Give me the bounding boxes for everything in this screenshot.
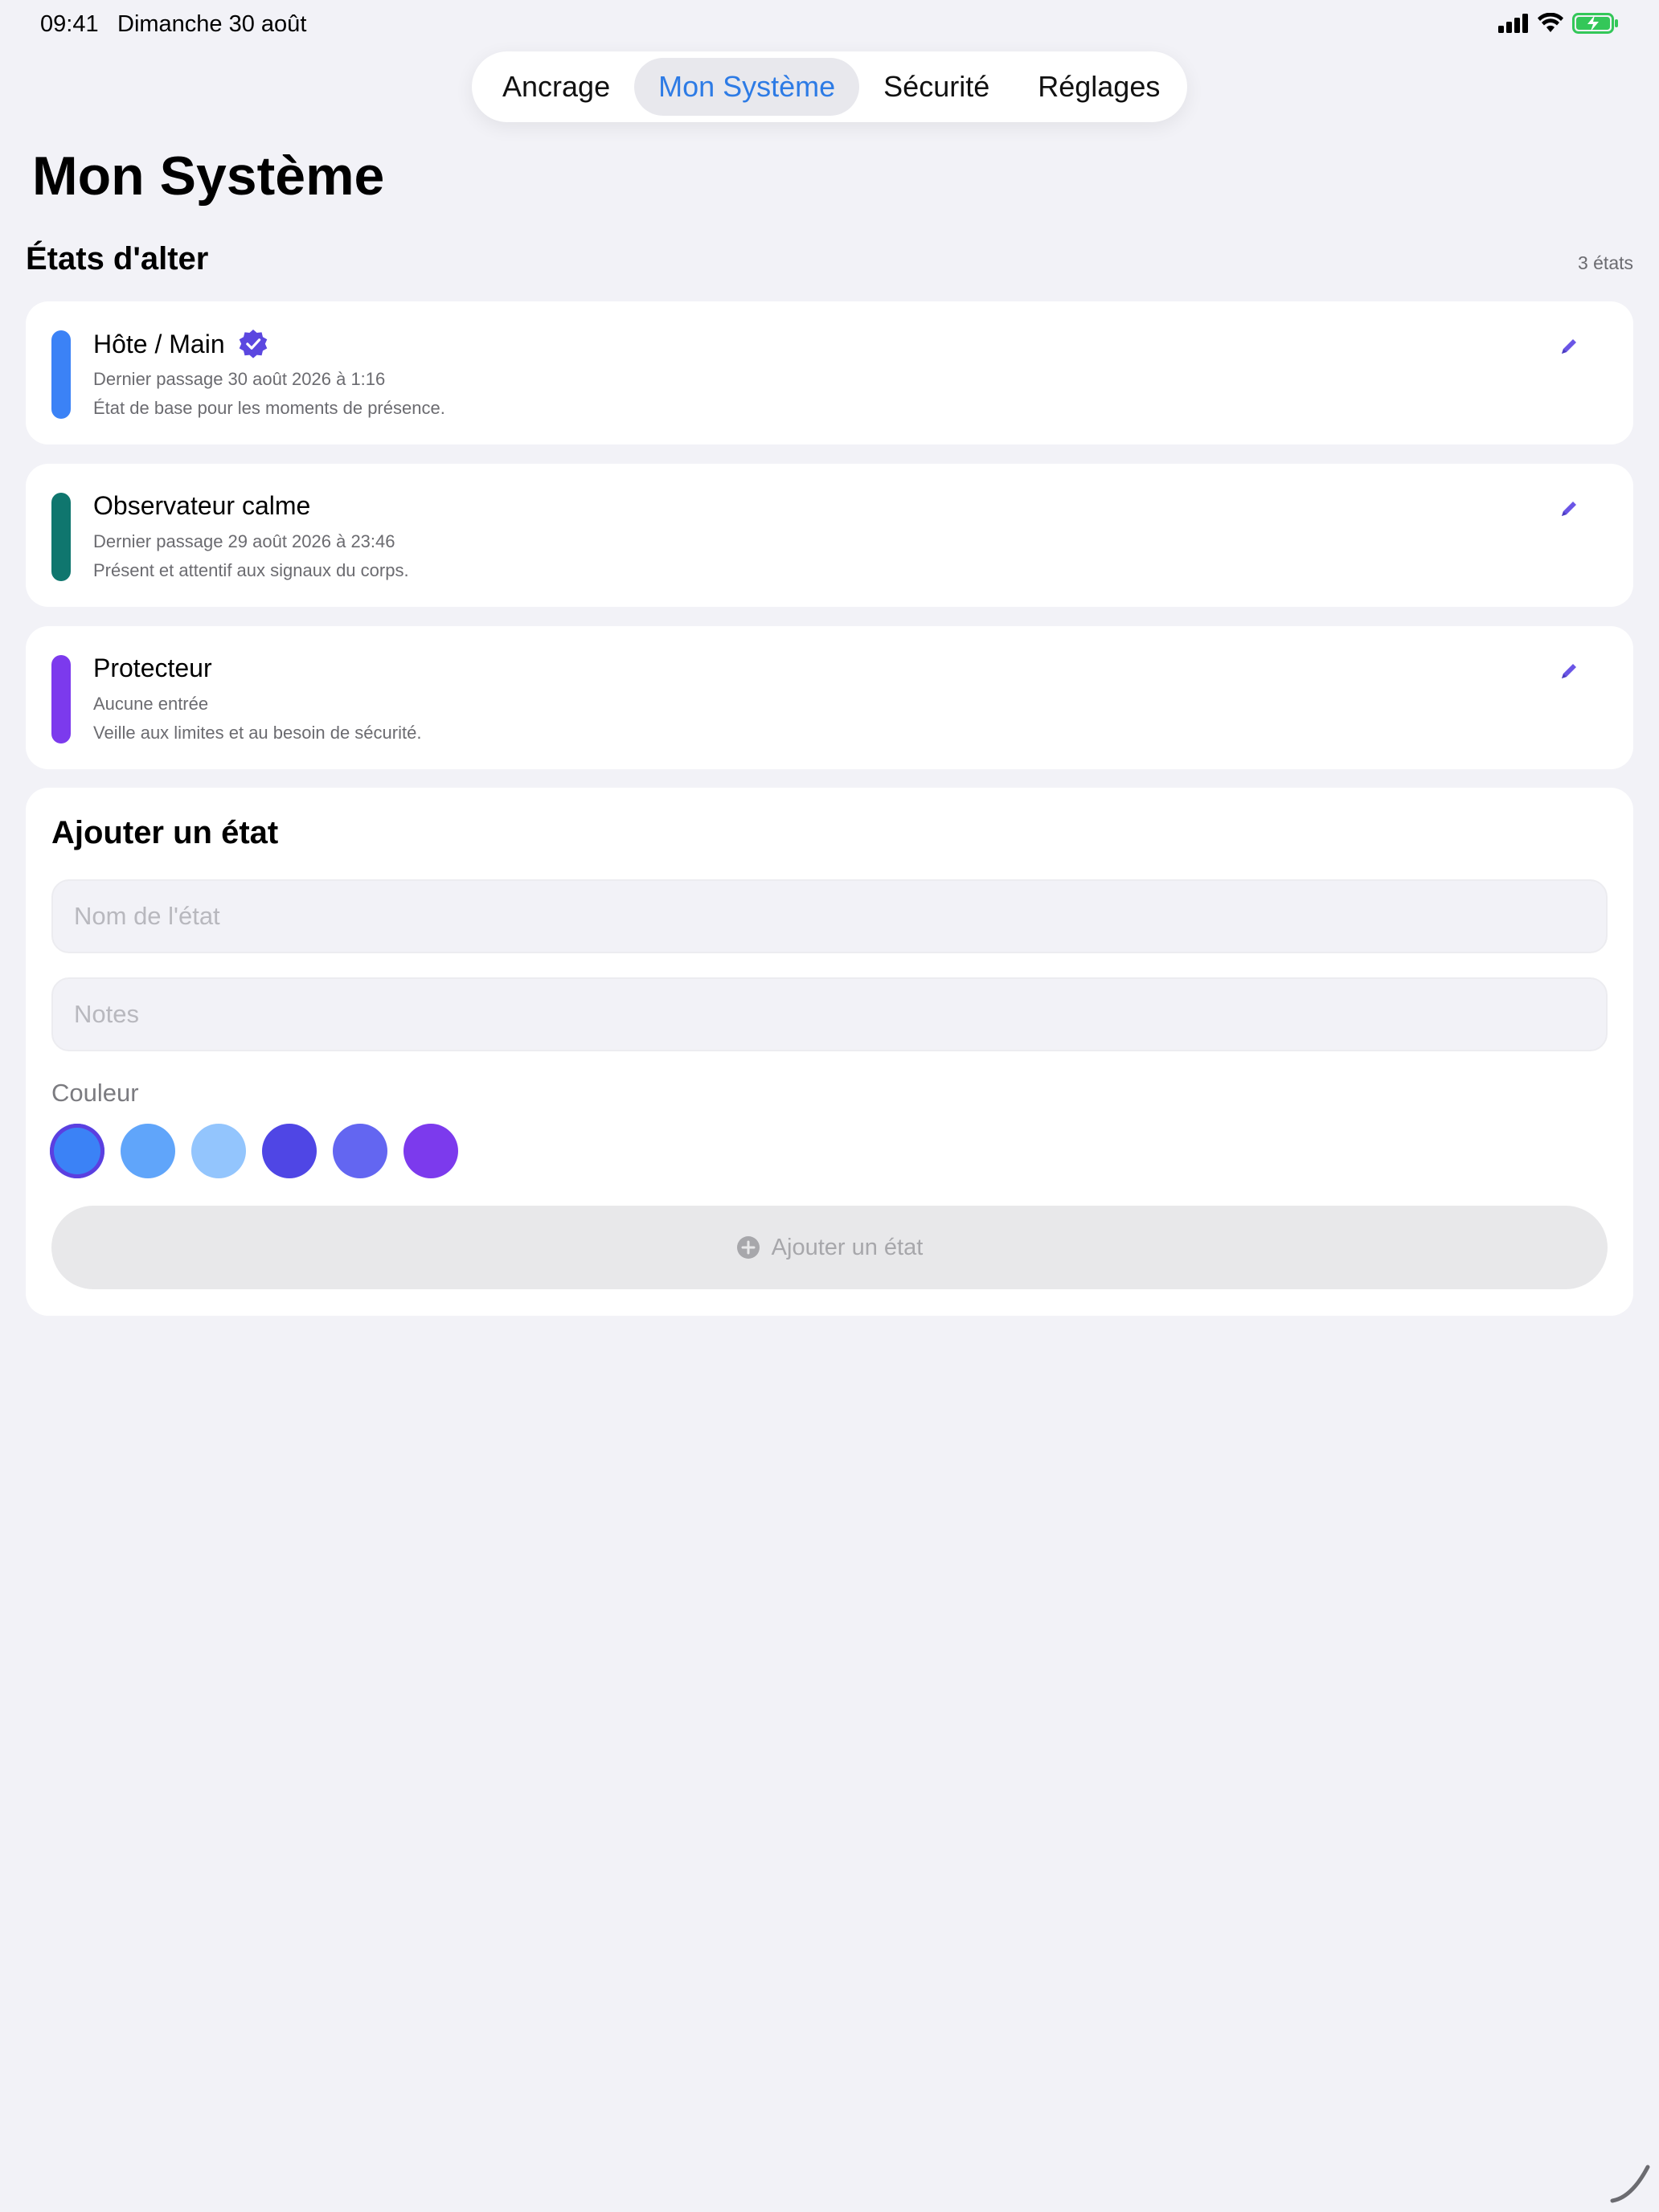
- color-swatch-periwinkle[interactable]: [333, 1124, 387, 1178]
- alter-notes: État de base pour les moments de présenc…: [93, 398, 445, 418]
- add-state-card: Ajouter un état Couleur Ajouter un état: [26, 788, 1633, 1316]
- battery-charging-icon: [1572, 13, 1618, 34]
- alter-color-bar: [51, 330, 71, 419]
- resize-corner-icon: [1610, 2165, 1650, 2203]
- color-swatch-violet[interactable]: [403, 1124, 458, 1178]
- alter-last-passage: Dernier passage 29 août 2026 à 23:46: [93, 531, 395, 551]
- alter-states-header: États d'alter 3 états: [26, 241, 1633, 277]
- status-date: Dimanche 30 août: [117, 11, 307, 37]
- color-label: Couleur: [51, 1079, 139, 1107]
- cellular-signal-icon: [1498, 14, 1528, 33]
- alter-last-passage: Aucune entrée: [93, 694, 209, 714]
- page-title: Mon Système: [32, 145, 385, 207]
- edit-alter-button[interactable]: [1553, 493, 1585, 525]
- alter-name: Protecteur: [93, 653, 212, 682]
- pencil-icon: [1562, 664, 1576, 678]
- verified-badge-icon: [239, 329, 267, 358]
- alter-card-hote-main[interactable]: Hôte / Main Dernier passage 30 août 2026…: [26, 301, 1633, 444]
- alter-card-observateur-calme[interactable]: Observateur calme Dernier passage 29 aoû…: [26, 464, 1633, 607]
- state-name-input[interactable]: [51, 879, 1608, 953]
- plus-circle-icon: [736, 1236, 760, 1259]
- wifi-icon: [1538, 13, 1563, 32]
- tab-mon-systeme[interactable]: Mon Système: [634, 58, 860, 116]
- alter-name: Hôte / Main: [93, 329, 225, 358]
- pencil-icon: [1562, 339, 1576, 354]
- color-picker: [50, 1124, 458, 1178]
- top-segmented-nav: Ancrage Mon Système Sécurité Réglages: [472, 51, 1187, 122]
- pencil-icon: [1562, 502, 1576, 516]
- alter-name-row: Hôte / Main: [93, 329, 268, 359]
- color-swatch-light-blue[interactable]: [121, 1124, 175, 1178]
- alter-name: Observateur calme: [93, 491, 311, 520]
- status-time: 09:41: [40, 11, 99, 37]
- alter-card-protecteur[interactable]: Protecteur Aucune entrée Veille aux limi…: [26, 626, 1633, 769]
- alter-last-passage: Dernier passage 30 août 2026 à 1:16: [93, 369, 386, 389]
- alter-notes: Veille aux limites et au besoin de sécur…: [93, 723, 422, 743]
- alter-name-row: Protecteur: [93, 653, 212, 683]
- alter-name-row: Observateur calme: [93, 491, 310, 521]
- color-swatch-blue[interactable]: [50, 1124, 104, 1178]
- color-swatch-sky-blue[interactable]: [191, 1124, 246, 1178]
- alter-color-bar: [51, 655, 71, 743]
- status-bar: 09:41 Dimanche 30 août: [0, 0, 1659, 51]
- add-state-button[interactable]: Ajouter un état: [51, 1206, 1608, 1289]
- section-title: États d'alter: [26, 241, 209, 276]
- tab-reglages[interactable]: Réglages: [1014, 58, 1184, 116]
- tab-ancrage[interactable]: Ancrage: [478, 58, 634, 116]
- state-notes-input[interactable]: [51, 977, 1608, 1051]
- status-icons: [1498, 13, 1619, 34]
- tab-securite[interactable]: Sécurité: [859, 58, 1014, 116]
- alter-color-bar: [51, 493, 71, 581]
- add-state-button-label: Ajouter un état: [771, 1234, 924, 1260]
- color-swatch-indigo[interactable]: [262, 1124, 317, 1178]
- app-screen: 09:41 Dimanche 30 août Ancrage Mon Systè…: [0, 0, 1659, 2212]
- add-state-title: Ajouter un état: [51, 815, 279, 850]
- section-count: 3 états: [1577, 252, 1633, 273]
- alter-notes: Présent et attentif aux signaux du corps…: [93, 560, 409, 580]
- edit-alter-button[interactable]: [1553, 330, 1585, 363]
- edit-alter-button[interactable]: [1553, 655, 1585, 687]
